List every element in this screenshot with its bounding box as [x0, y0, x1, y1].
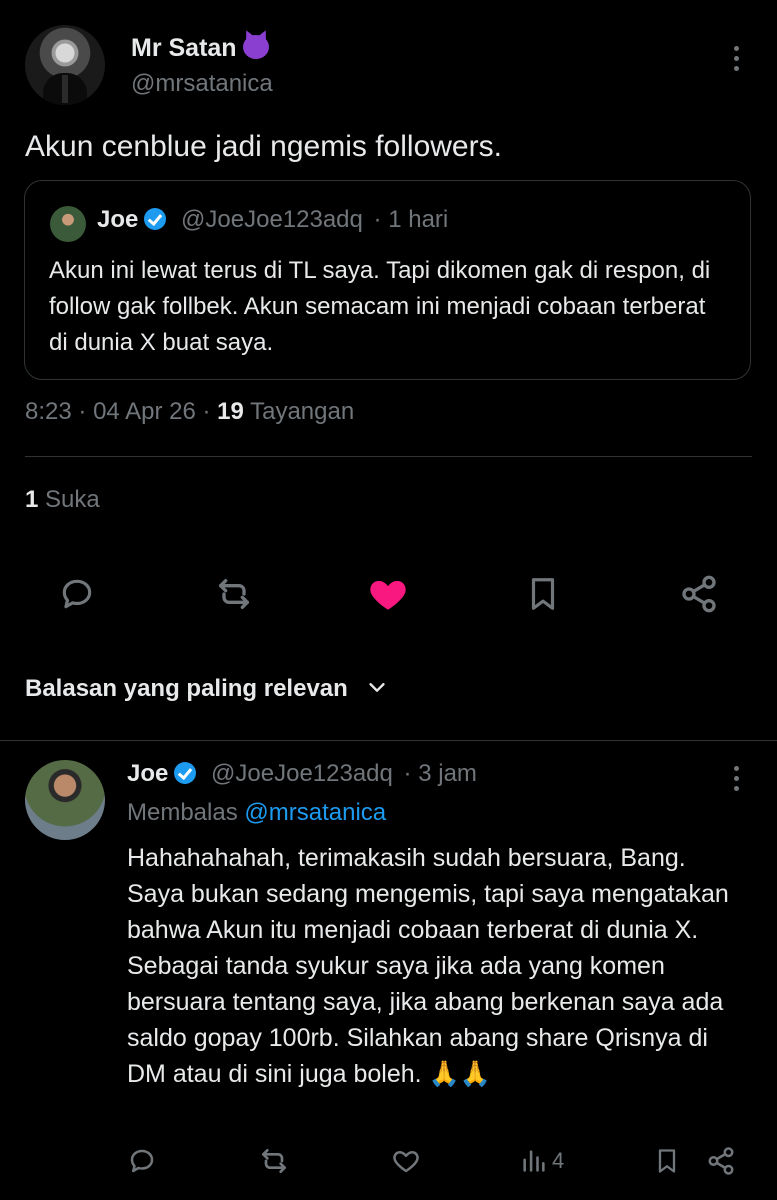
- reply-icon: [62, 579, 92, 609]
- reply-like-button[interactable]: [391, 1143, 421, 1179]
- repost-button[interactable]: [212, 572, 256, 616]
- reply-text: Hahahahahah, terimakasih sudah bersuara,…: [127, 840, 747, 1092]
- views-chart-icon: [523, 1150, 545, 1172]
- replying-label: Membalas: [127, 799, 238, 826]
- reply-author-name[interactable]: Joe: [127, 760, 168, 787]
- reply-views-button[interactable]: 4: [520, 1143, 564, 1179]
- quoted-author-handle[interactable]: @JoeJoe123adq: [181, 206, 363, 233]
- bookmark-icon: [658, 1149, 676, 1173]
- separator-dot: ·: [202, 398, 211, 425]
- reply-reply-button[interactable]: [127, 1143, 157, 1179]
- reply-repost-button[interactable]: [258, 1143, 290, 1179]
- tweet-meta: 8:23 · 04 Apr 26 · 19 Tayangan: [25, 398, 354, 426]
- separator-dot: ·: [373, 206, 382, 233]
- reply-author-avatar[interactable]: [25, 760, 105, 840]
- quoted-tweet-text: Akun ini lewat terus di TL saya. Tapi di…: [49, 257, 711, 356]
- share-button[interactable]: [677, 572, 721, 616]
- quoted-author-avatar[interactable]: [50, 206, 86, 242]
- verified-badge-icon: [144, 208, 167, 230]
- repost-icon: [219, 579, 249, 609]
- divider: [0, 740, 777, 741]
- reply-author-handle[interactable]: @JoeJoe123adq: [211, 760, 393, 787]
- verified-badge-icon: [174, 762, 197, 784]
- replying-to: Membalas @mrsatanica: [127, 799, 386, 827]
- author-name[interactable]: Mr Satan: [131, 34, 237, 62]
- likes-label: Suka: [45, 486, 100, 513]
- avatar-tie: [62, 75, 68, 103]
- tweet-text: Akun cenblue jadi ngemis followers.: [25, 130, 502, 163]
- views-count: 19: [217, 398, 244, 425]
- replying-to-link[interactable]: @mrsatanica: [244, 799, 386, 826]
- views-label: Tayangan: [250, 398, 355, 425]
- likes-count: 1: [25, 486, 39, 513]
- smiling-imp-emoji-icon: [242, 35, 269, 59]
- replies-sort-label: Balasan yang paling relevan: [25, 675, 348, 702]
- quoted-time: 1 hari: [388, 206, 449, 233]
- reply-bookmark-button[interactable]: [653, 1143, 681, 1179]
- heart-outline-icon: [393, 1151, 419, 1173]
- pray-emoji-icon: 🙏🙏: [428, 1060, 491, 1088]
- author-avatar[interactable]: [25, 25, 105, 105]
- quoted-tweet-card[interactable]: Joe @JoeJoe123adq · 1 hari Akun ini lewa…: [24, 180, 751, 380]
- heart-filled-icon: [370, 580, 406, 610]
- reply-time: 3 jam: [418, 760, 477, 787]
- reply-share-button[interactable]: [706, 1143, 736, 1179]
- separator-dot: ·: [403, 760, 412, 787]
- separator-dot: ·: [78, 398, 87, 425]
- more-options-icon[interactable]: [733, 46, 739, 71]
- chevron-down-icon: [369, 683, 386, 692]
- repost-icon: [262, 1149, 286, 1173]
- tweet-date[interactable]: 04 Apr 26: [93, 398, 196, 425]
- reply-views-count: 4: [552, 1148, 565, 1173]
- reply-body: Hahahahahah, terimakasih sudah bersuara,…: [127, 844, 729, 1088]
- bookmark-icon: [531, 578, 555, 610]
- author-handle[interactable]: @mrsatanica: [131, 70, 273, 98]
- divider: [25, 456, 752, 457]
- quoted-author-name[interactable]: Joe: [97, 206, 138, 233]
- reply-icon: [130, 1149, 154, 1173]
- quoted-author-row: Joe @JoeJoe123adq · 1 hari: [97, 206, 448, 234]
- likes-summary[interactable]: 1 Suka: [25, 486, 100, 514]
- reply-author-row: Joe @JoeJoe123adq · 3 jam: [127, 760, 477, 788]
- share-icon: [682, 575, 716, 613]
- author-name-row[interactable]: Mr Satan: [131, 34, 269, 63]
- share-icon: [708, 1147, 734, 1175]
- tweet-time[interactable]: 8:23: [25, 398, 72, 425]
- bookmark-button[interactable]: [521, 572, 565, 616]
- like-button[interactable]: [366, 572, 410, 616]
- reply-more-options-icon[interactable]: [733, 766, 739, 791]
- replies-sort-dropdown[interactable]: Balasan yang paling relevan: [25, 675, 388, 703]
- reply-button[interactable]: [55, 572, 99, 616]
